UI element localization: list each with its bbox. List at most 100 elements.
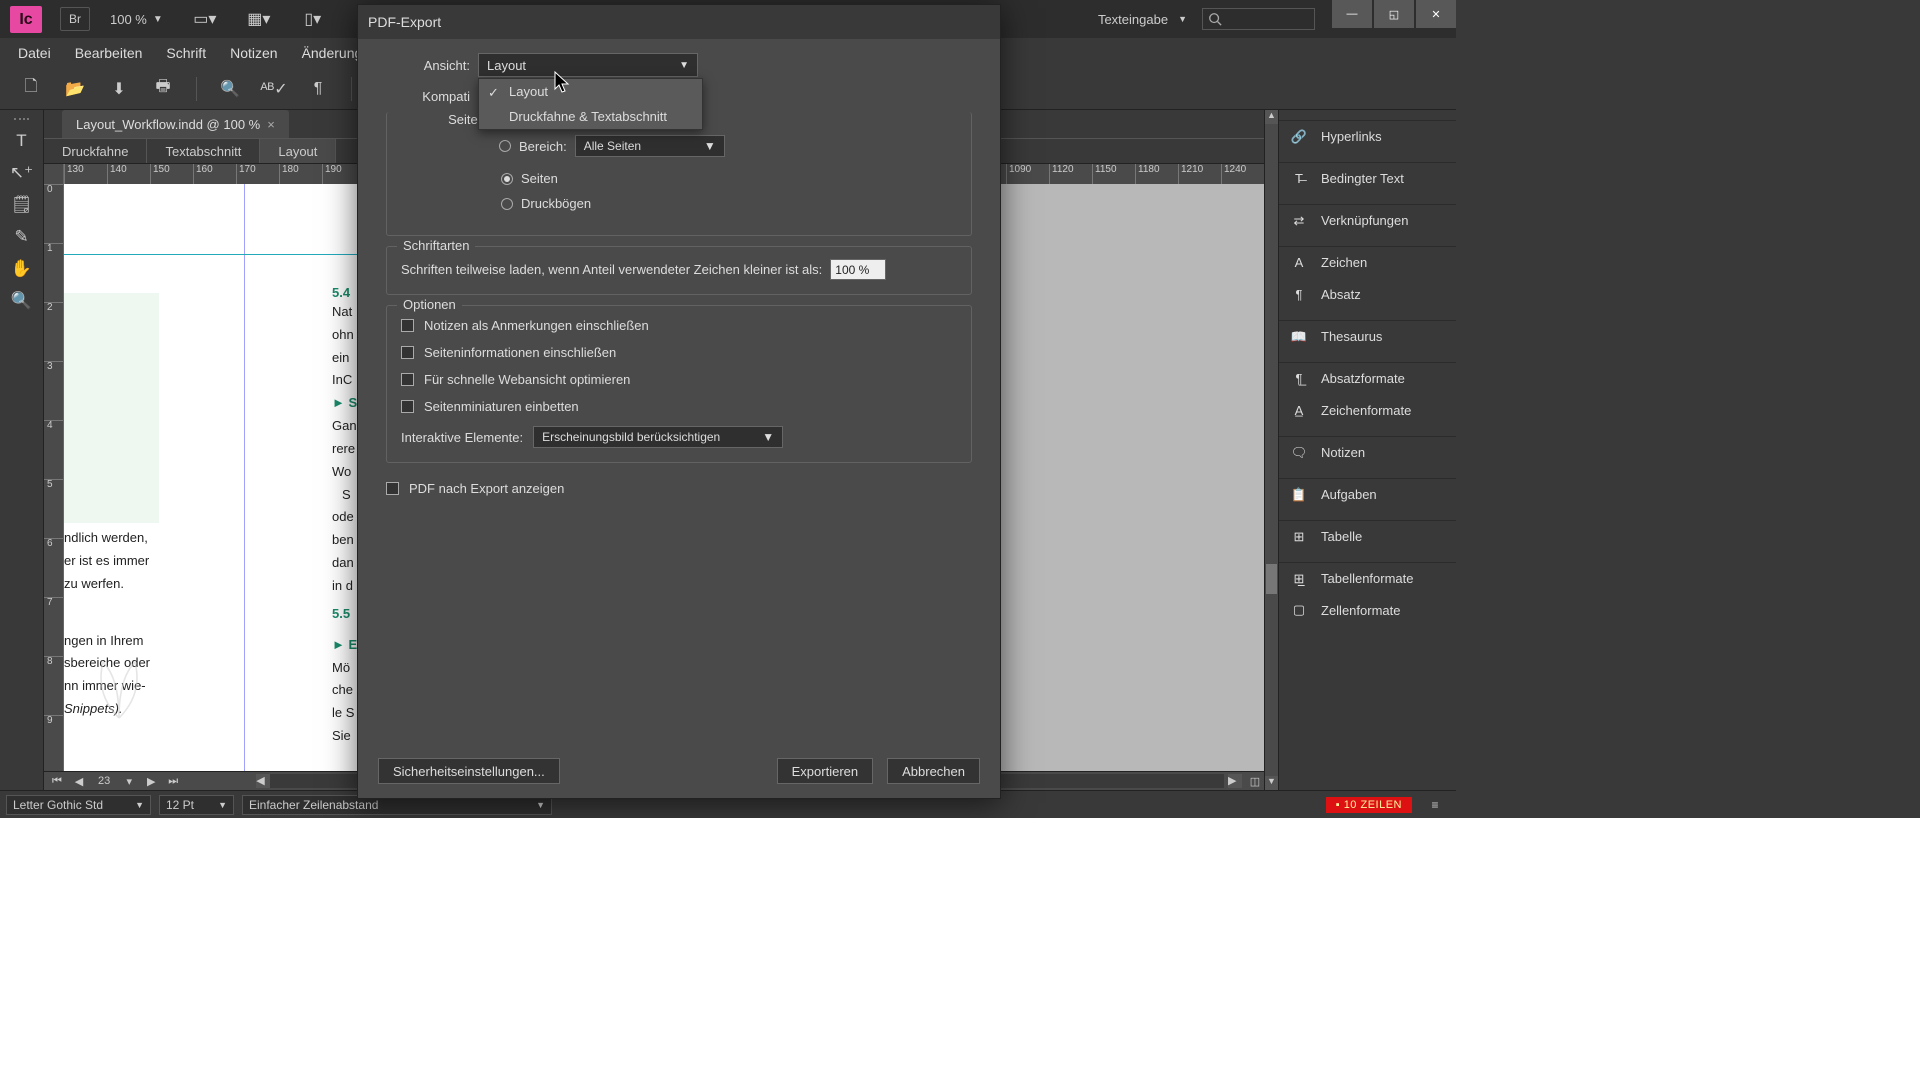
panel-notes[interactable]: 🗨Notizen [1279,436,1456,468]
panel-thesaurus[interactable]: 📖Thesaurus [1279,320,1456,352]
note-tool-icon[interactable]: 🗒 [0,190,43,220]
menu-edit[interactable]: Bearbeiten [63,40,155,66]
checkbox-webview[interactable] [401,373,414,386]
security-settings-button[interactable]: Sicherheitseinstellungen... [378,758,560,784]
page-number-field[interactable]: 23 [92,775,116,787]
notes-icon: 🗨 [1289,445,1309,461]
save-icon[interactable]: ⬇ [108,78,130,100]
last-page-button[interactable]: ⏭ [164,775,182,788]
scroll-down-button[interactable]: ▼ [1265,776,1278,790]
vertical-scrollbar[interactable]: ▲ ▼ [1264,110,1278,790]
interactive-combobox[interactable]: Erscheinungsbild berücksichtigen▼ [533,426,783,448]
arrange-icon[interactable]: ▦▾ [247,9,271,29]
first-page-button[interactable]: ⏮ [48,775,66,788]
checkbox-thumbnails[interactable] [401,400,414,413]
scroll-thumb[interactable] [1266,564,1277,594]
menu-type[interactable]: Schrift [154,40,218,66]
tab-layout[interactable]: Layout [260,139,336,163]
leaf-watermark-icon [79,646,159,726]
checkbox-label: Seitenminiaturen einbetten [424,399,579,414]
panel-conditional-text[interactable]: T̶Bedingter Text [1279,162,1456,194]
spellcheck-icon[interactable]: ᴬᴮ✓ [263,78,285,100]
bullet-icon: ► [332,395,345,410]
position-tool-icon[interactable]: ↖⁺ [0,158,43,188]
hidden-chars-icon[interactable]: ¶ [307,78,329,100]
new-icon[interactable]: 🗋 [20,78,42,100]
font-family-field[interactable]: Letter Gothic Std▼ [6,795,151,815]
tab-story[interactable]: Textabschnitt [147,139,260,163]
menu-notes[interactable]: Notizen [218,40,289,66]
prev-page-button[interactable]: ◀ [70,775,88,788]
panel-cell-styles[interactable]: ▢Zellenformate [1279,594,1456,626]
cancel-button[interactable]: Abbrechen [887,758,980,784]
bereich-combobox[interactable]: Alle Seiten▼ [575,135,725,157]
schriften-description: Schriften teilweise laden, wenn Anteil v… [401,262,822,277]
maximize-button[interactable]: ◱ [1374,0,1414,28]
table-styles-icon: ⊞̲ [1289,571,1309,587]
panel-label: Bedingter Text [1321,171,1404,186]
vertical-ruler[interactable]: 0 1 2 3 4 5 6 7 8 9 10 11 [44,184,64,771]
print-icon[interactable]: 🖶 [152,78,174,100]
font-subset-input[interactable] [830,259,886,280]
ruler-tick: 1180 [1135,164,1178,184]
option-label: Druckfahne & Textabschnitt [509,109,667,124]
radio-bereich[interactable] [499,140,511,152]
chevron-down-icon[interactable]: ▾ [120,775,138,788]
scroll-right-button[interactable]: ▶ [1228,774,1242,788]
dropdown-option-layout[interactable]: ✓ Layout [479,79,702,104]
bridge-button[interactable]: Br [60,7,90,31]
radio-druckbogen[interactable] [501,198,513,210]
eyedropper-tool-icon[interactable]: ✎ [0,222,43,252]
panel-hyperlinks[interactable]: 🔗Hyperlinks [1279,120,1456,152]
panel-character-styles[interactable]: A̲Zeichenformate [1279,394,1456,426]
ruler-tick: 170 [236,164,279,184]
chevron-down-icon: ▼ [135,800,144,810]
ruler-tick: 1240 [1221,164,1264,184]
overset-text-warning[interactable]: ▪ 10 ZEILEN [1326,797,1412,813]
panel-grip[interactable] [14,118,29,122]
next-page-button[interactable]: ▶ [142,775,160,788]
hand-tool-icon[interactable]: ✋ [0,254,43,284]
open-icon[interactable]: 📂 [64,78,86,100]
menu-icon[interactable]: ≡ [1420,798,1450,812]
zoom-tool-icon[interactable]: 🔍 [0,286,43,316]
panel-table[interactable]: ⊞Tabelle [1279,520,1456,552]
checkbox-pageinfo[interactable] [401,346,414,359]
type-tool-icon[interactable]: T [0,126,43,156]
search-input[interactable] [1202,8,1315,30]
panel-paragraph[interactable]: ¶Absatz [1279,278,1456,310]
find-icon[interactable]: 🔍 [219,78,241,100]
panel-table-styles[interactable]: ⊞̲Tabellenformate [1279,562,1456,594]
checkbox-view-after[interactable] [386,482,399,495]
tab-close-icon[interactable]: × [267,117,275,132]
view-icon[interactable]: ▯▾ [301,9,325,29]
empty-area [0,818,1920,1080]
radio-seiten[interactable] [501,173,513,185]
scroll-left-button[interactable]: ◀ [256,774,270,788]
dropdown-option-galley-story[interactable]: Druckfahne & Textabschnitt [479,104,702,129]
panel-assignments[interactable]: 📋Aufgaben [1279,478,1456,510]
close-button[interactable]: ✕ [1416,0,1456,28]
font-size-field[interactable]: 12 Pt▼ [159,795,234,815]
ansicht-combobox[interactable]: Layout ▼ [478,53,698,77]
export-button[interactable]: Exportieren [777,758,873,784]
dialog-title[interactable]: PDF-Export [358,5,1000,39]
scroll-up-button[interactable]: ▲ [1265,110,1278,124]
panel-links[interactable]: ⇄Verknüpfungen [1279,204,1456,236]
menu-file[interactable]: Datei [6,40,63,66]
checkbox-notes[interactable] [401,319,414,332]
ansicht-dropdown-list: ✓ Layout Druckfahne & Textabschnitt [478,78,703,130]
chevron-down-icon: ▼ [762,430,774,444]
separator [351,77,352,101]
split-view-button[interactable]: ◫ [1246,775,1264,788]
minimize-button[interactable]: — [1332,0,1372,28]
ruler-tick: 130 [64,164,107,184]
ruler-tick: 160 [193,164,236,184]
tab-galley[interactable]: Druckfahne [44,139,147,163]
screen-mode-icon[interactable]: ▭▾ [193,9,217,29]
zoom-level[interactable]: 100 % ▼ [110,12,163,27]
workspace-switcher[interactable]: Texteingabe ▼ [1098,12,1187,27]
document-tab[interactable]: Layout_Workflow.indd @ 100 % × [62,110,289,138]
panel-paragraph-styles[interactable]: ¶̲Absatzformate [1279,362,1456,394]
panel-character[interactable]: AZeichen [1279,246,1456,278]
